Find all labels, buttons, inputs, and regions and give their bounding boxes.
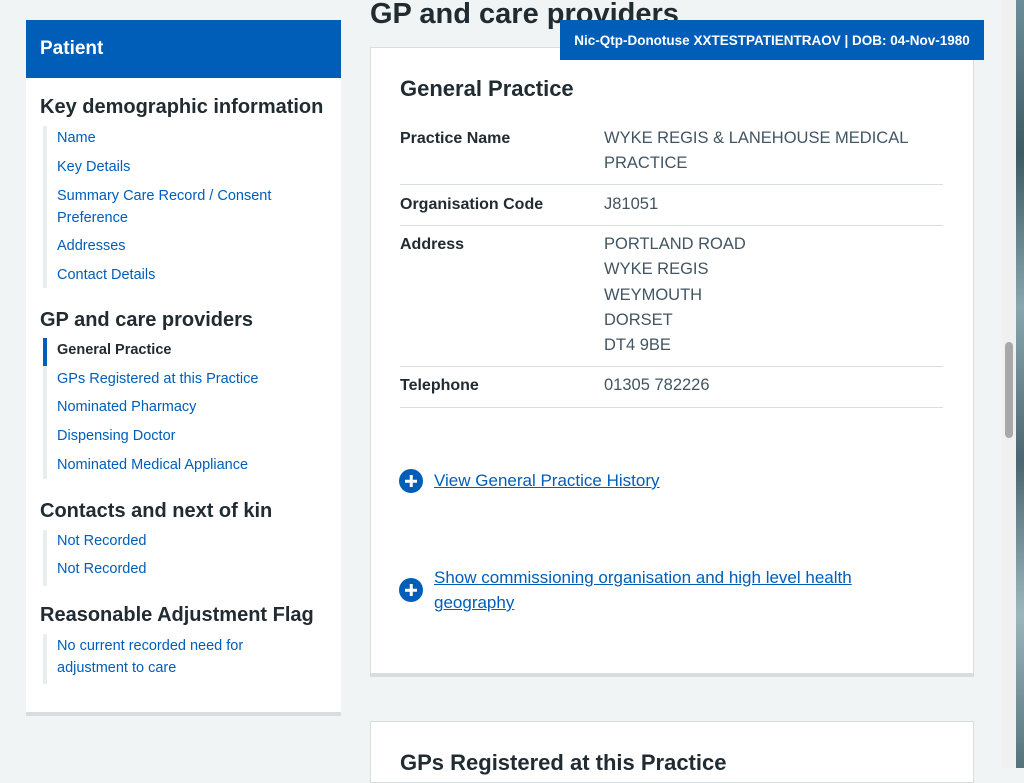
value-line: J81051 [604,195,659,213]
nav-section-title: Contacts and next of kin [40,500,273,522]
value-line: WYKE REGIS & LANEHOUSE MEDICAL [604,129,909,147]
sidebar-item-gps-registered[interactable]: GPs Registered at this Practice [57,368,307,390]
value-line: 01305 782226 [604,376,710,394]
sidebar-item-nominated-pharmacy[interactable]: Nominated Pharmacy [57,396,307,418]
nav-section-key-demographic-information: Key demographic information [40,94,330,120]
side-navigation: Patient Key demographic information Name… [26,20,341,716]
organisation-code-label: Organisation Code [400,196,544,213]
sidebar-item-not-recorded[interactable]: Not Recorded [57,530,307,552]
general-practice-history-expander[interactable]: View General Practice History [399,468,904,493]
organisation-code-value: J81051 [604,192,924,217]
sidebar-item-name[interactable]: Name [57,127,307,149]
nav-section-reasonable-adjustment-flag: Reasonable Adjustment Flag [40,602,330,628]
address-label: Address [400,236,465,253]
practice-name-value: WYKE REGIS & LANEHOUSE MEDICAL PRACTICE [604,126,924,177]
card-title: GPs Registered at this Practice [400,750,727,775]
value-line: PRACTICE [604,154,688,173]
row-divider [400,407,943,408]
sidebar-item-key-details[interactable]: Key Details [57,156,307,178]
nav-list: General Practice GPs Registered at this … [43,338,327,479]
nav-section-title: Reasonable Adjustment Flag [40,604,314,626]
nav-list: No current recorded need for adjustment … [43,634,327,684]
nav-section-title: GP and care providers [40,309,254,331]
sidebar-header: Patient [26,20,341,78]
gps-registered-card: GPs Registered at this Practice [370,721,974,783]
practice-name-label: Practice Name [400,130,511,147]
sidebar-item-not-recorded[interactable]: Not Recorded [57,558,307,580]
card-title: General Practice [400,76,574,101]
sidebar-item-nominated-medical-appliance[interactable]: Nominated Medical Appliance [57,454,307,476]
sidebar-item-contact-details[interactable]: Contact Details [57,264,307,286]
telephone-label: Telephone [400,377,479,394]
value-line: WEYMOUTH [604,285,703,304]
sidebar-item-summary-care-record[interactable]: Summary Care Record / Consent Preference [57,185,307,229]
value-line: WYKE REGIS [604,260,709,279]
sidebar-item-addresses[interactable]: Addresses [57,235,307,257]
commissioning-organisation-expander[interactable]: Show commissioning organisation and high… [399,565,904,615]
sidebar-item-no-current-recorded-need[interactable]: No current recorded need for adjustment … [57,635,307,679]
desktop-background [1016,0,1024,768]
nav-list: Not Recorded Not Recorded [43,530,327,586]
row-divider [400,184,943,185]
scrollbar-thumb[interactable] [1005,342,1013,438]
value-line: PORTLAND ROAD [604,235,746,253]
nav-section-contacts-and-next-of-kin: Contacts and next of kin [40,498,330,524]
row-divider [400,225,943,226]
sidebar-item-dispensing-doctor[interactable]: Dispensing Doctor [57,425,307,447]
nav-section-title: Key demographic information [40,96,324,118]
sidebar-item-general-practice[interactable]: General Practice [57,339,307,361]
plus-circle-icon[interactable] [399,578,423,602]
patient-banner: Nic-Qtp-Donotuse XXTESTPATIENTRAOV | DOB… [560,20,984,60]
plus-circle-icon[interactable] [399,469,423,493]
current-item-indicator [43,338,47,366]
address-value: PORTLAND ROAD WYKE REGIS WEYMOUTH DORSET… [604,232,924,358]
general-practice-card: General Practice Practice Name WYKE REGI… [370,47,974,677]
show-commissioning-organisation-link[interactable]: Show commissioning organisation and high… [434,565,904,615]
value-line: DT4 9BE [604,336,671,355]
nav-list: Name Key Details Summary Care Record / C… [43,126,327,288]
telephone-value: 01305 782226 [604,373,924,398]
row-divider [400,366,943,367]
value-line: DORSET [604,310,673,329]
nav-section-gp-and-care-providers: GP and care providers [40,307,330,333]
view-general-practice-history-link[interactable]: View General Practice History [434,468,904,493]
